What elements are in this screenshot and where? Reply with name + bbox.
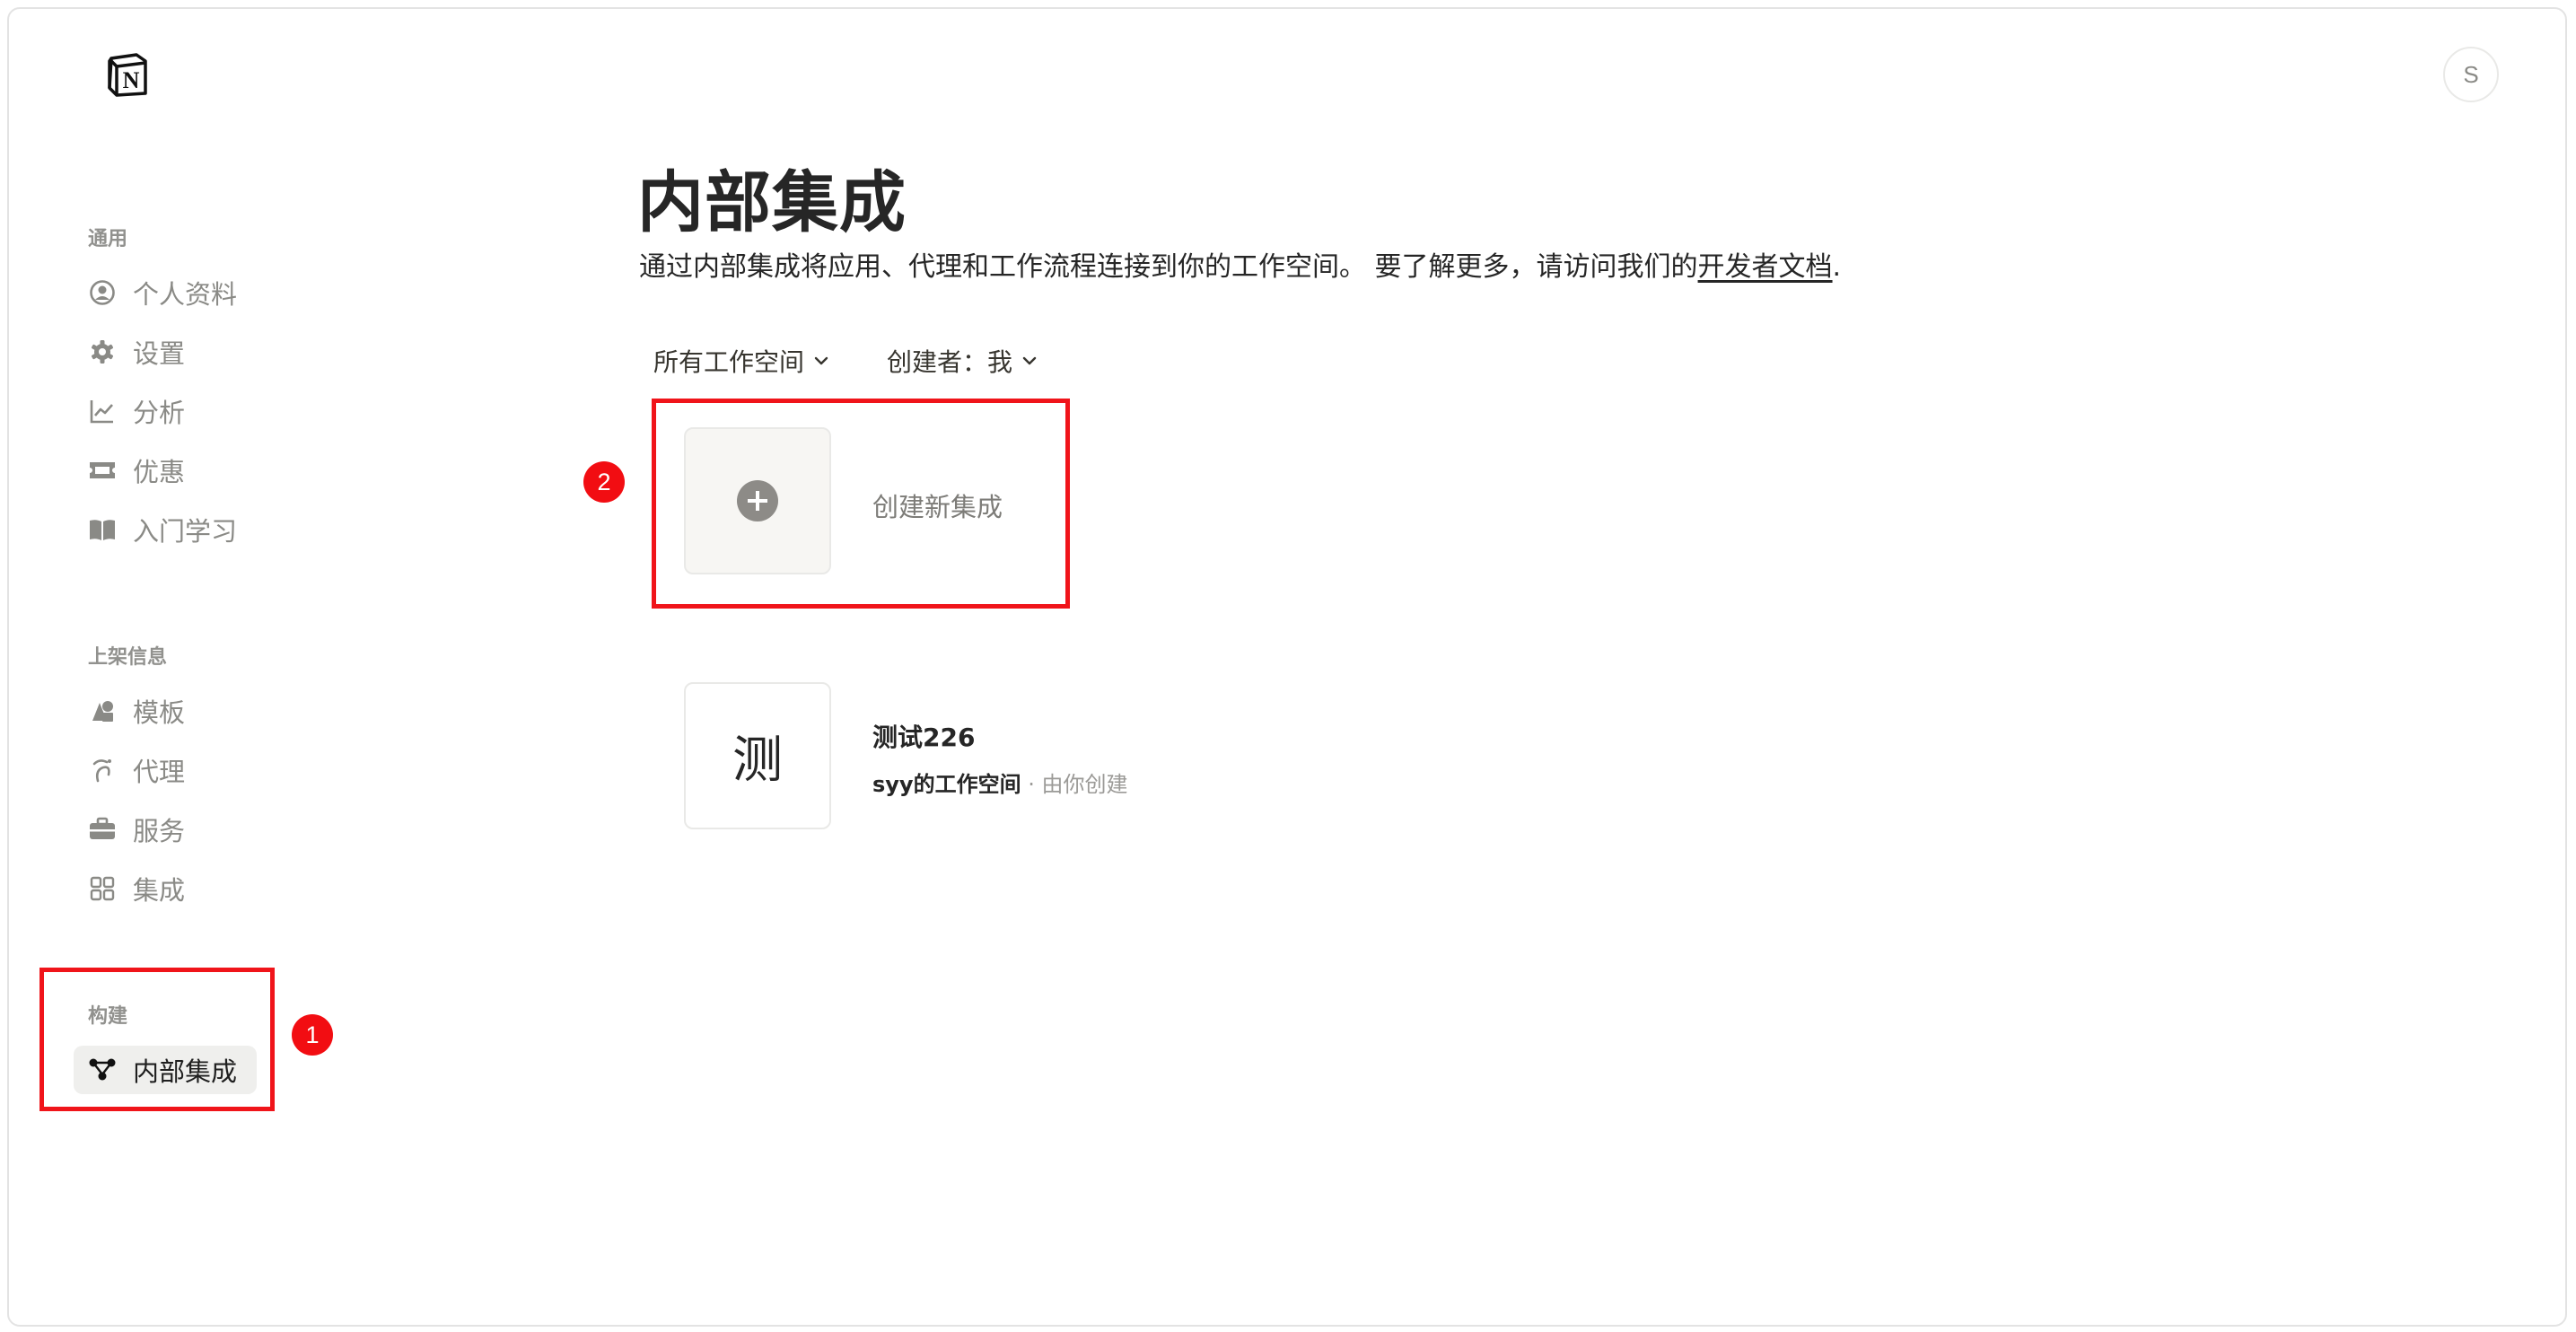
description-end: .: [1832, 251, 1842, 283]
workspace-filter-dropdown[interactable]: 所有工作空间: [653, 343, 829, 379]
developer-docs-link[interactable]: 开发者文档: [1698, 251, 1833, 283]
app-window: N S 通用 个人资料 设置 分析 优惠 入门学习 上架信息 模板 代理 服务 …: [7, 7, 2567, 1327]
annotation-box-2: [652, 399, 1070, 609]
user-avatar[interactable]: S: [2443, 47, 2499, 102]
creator-filter-dropdown[interactable]: 创建者：我: [887, 343, 1038, 379]
sidebar-item-label: 个人资料: [133, 279, 238, 310]
sidebar-item-integrations[interactable]: 集成: [74, 864, 199, 913]
ticket-icon: [88, 456, 117, 485]
sidebar-item-label: 代理: [133, 757, 186, 787]
shapes-icon: [88, 697, 117, 725]
person-circle-icon: [88, 278, 117, 307]
sidebar-item-label: 集成: [133, 875, 186, 906]
chart-line-icon: [88, 397, 117, 425]
chevron-down-icon: [814, 356, 828, 365]
chevron-down-icon: [1022, 356, 1037, 365]
sidebar-section-listings: 上架信息: [88, 646, 168, 669]
annotation-badge-2: 2: [583, 461, 625, 503]
sidebar-item-label: 优惠: [133, 457, 186, 487]
sidebar-item-label: 入门学习: [133, 516, 238, 547]
sidebar-section-general: 通用: [88, 228, 128, 250]
sidebar-item-templates[interactable]: 模板: [74, 687, 199, 735]
annotation-badge-1: 1: [292, 1014, 333, 1056]
description-text: 通过内部集成将应用、代理和工作流程连接到你的工作空间。 要了解更多，请访问我们的: [639, 251, 1698, 283]
integration-icon-tile[interactable]: 测: [684, 682, 831, 829]
integration-name[interactable]: 测试226: [872, 718, 975, 754]
sidebar-item-label: 模板: [133, 697, 186, 728]
integration-workspace: syy的工作空间: [872, 772, 1021, 797]
workspace-filter-label: 所有工作空间: [653, 347, 805, 377]
sidebar-item-getting-started[interactable]: 入门学习: [74, 505, 251, 554]
notion-logo-icon[interactable]: N: [104, 50, 153, 99]
page-title: 内部集成: [637, 164, 907, 241]
svg-text:N: N: [123, 67, 140, 93]
meta-separator: ·: [1021, 772, 1042, 797]
briefcase-icon: [88, 815, 117, 844]
sidebar-item-agents[interactable]: 代理: [74, 746, 199, 794]
integration-meta: syy的工作空间 · 由你创建: [872, 767, 1127, 798]
annotation-box-1: [39, 968, 275, 1111]
grid-icon: [88, 874, 117, 903]
sidebar-item-profile[interactable]: 个人资料: [74, 268, 251, 317]
agent-icon: [88, 756, 117, 784]
sidebar-item-analytics[interactable]: 分析: [74, 387, 199, 435]
gear-icon: [88, 337, 117, 366]
sidebar-item-label: 服务: [133, 816, 186, 846]
creator-filter-label: 创建者：我: [887, 347, 1013, 377]
integration-created-by: 由你创建: [1041, 772, 1128, 797]
sidebar-item-services[interactable]: 服务: [74, 805, 199, 854]
sidebar-item-offers[interactable]: 优惠: [74, 446, 199, 495]
page-description: 通过内部集成将应用、代理和工作流程连接到你的工作空间。 要了解更多，请访问我们的…: [639, 244, 1841, 284]
book-icon: [88, 515, 117, 544]
sidebar-item-settings[interactable]: 设置: [74, 328, 199, 376]
integration-icon-char: 测: [732, 731, 783, 790]
avatar-letter: S: [2463, 60, 2479, 88]
sidebar-item-label: 分析: [133, 398, 186, 428]
sidebar-item-label: 设置: [133, 338, 186, 369]
